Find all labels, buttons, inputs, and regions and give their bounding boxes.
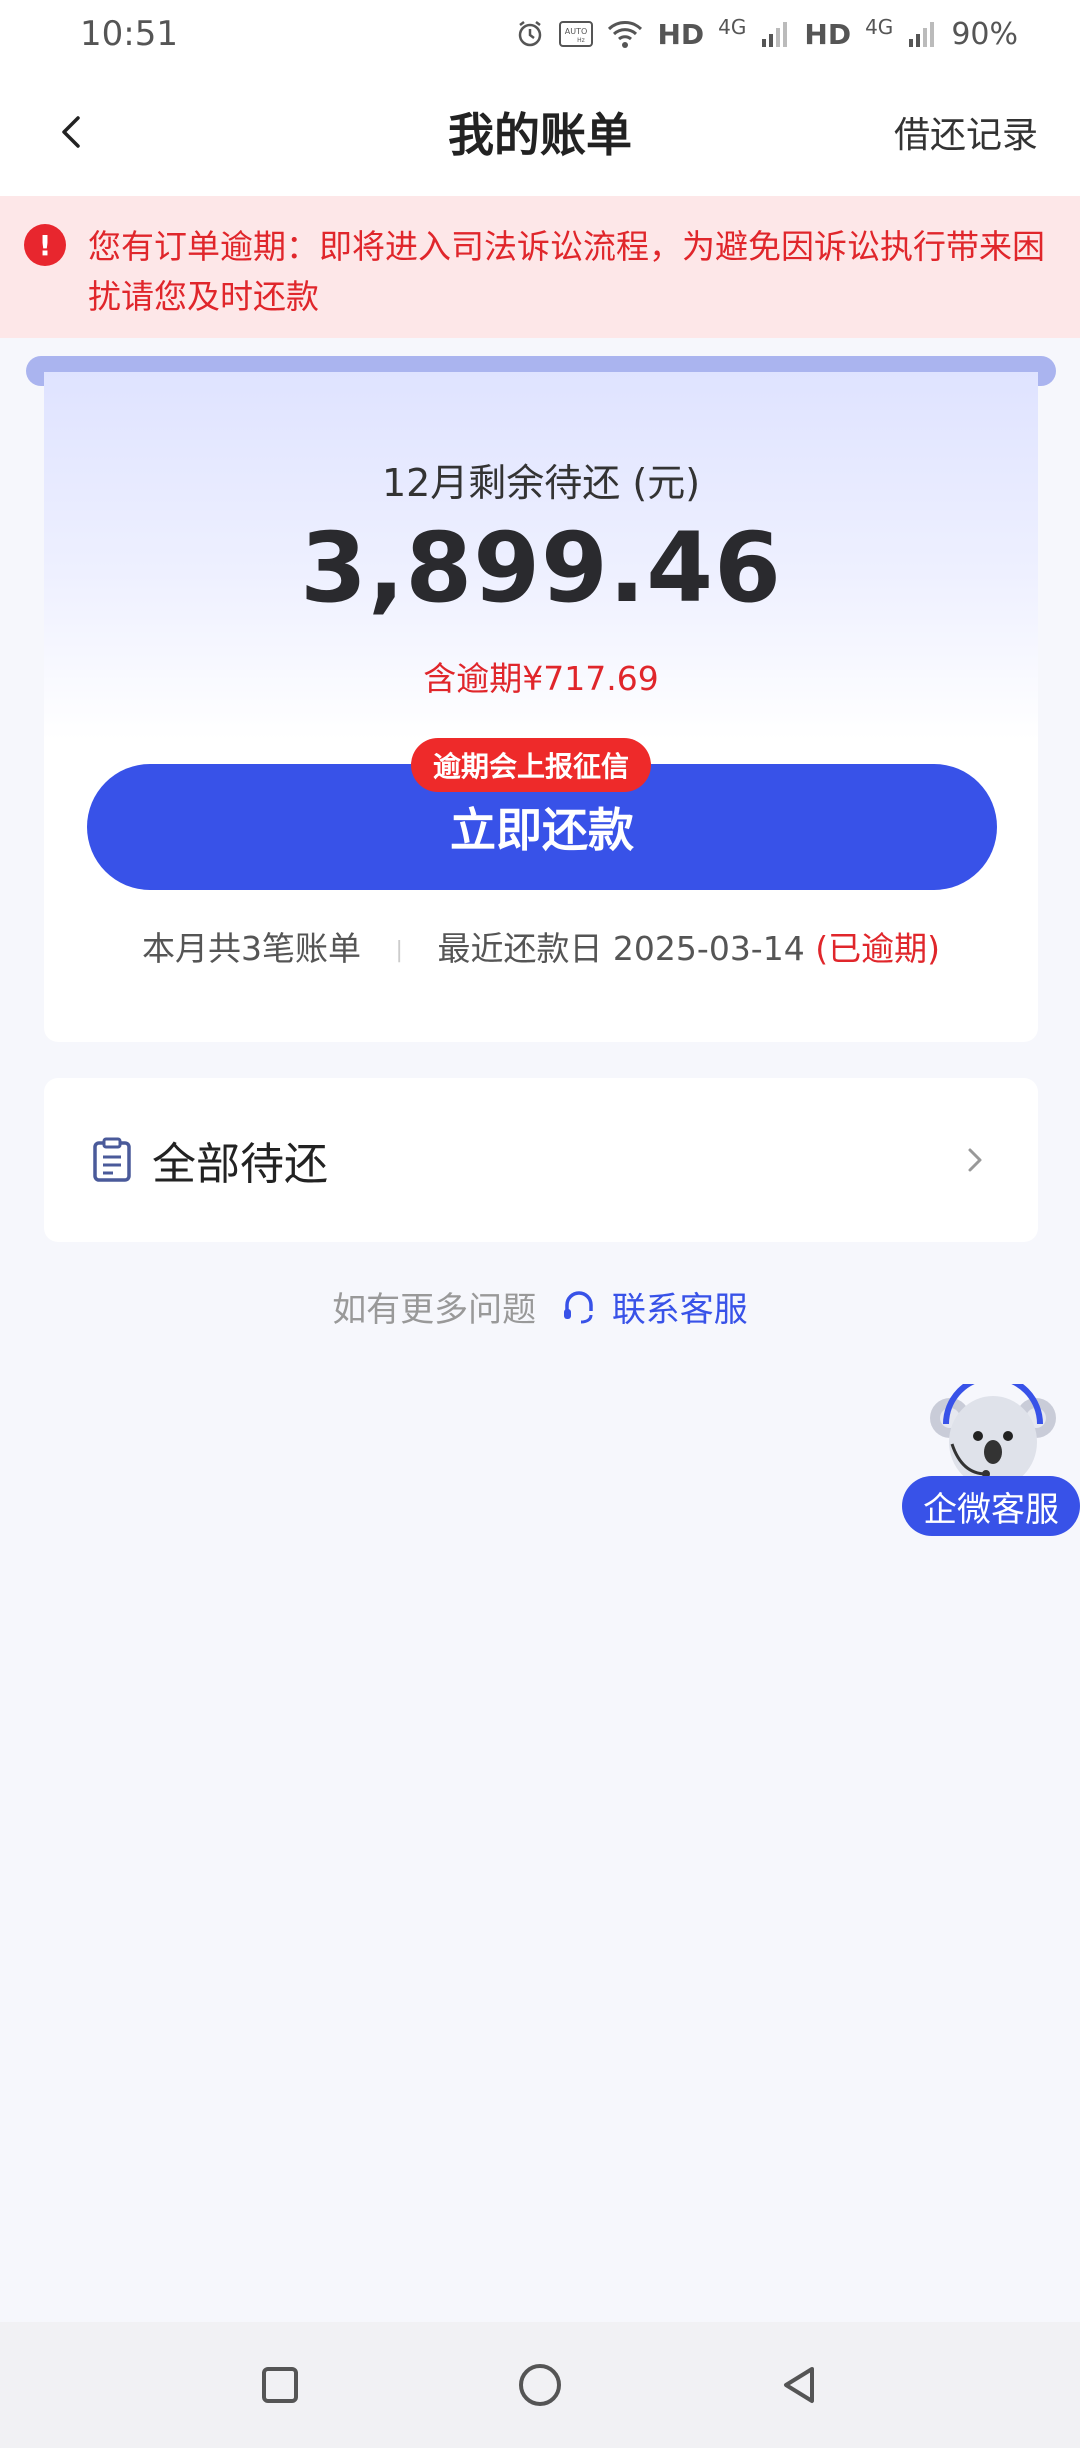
clipboard-icon <box>93 1137 131 1182</box>
page: { "status_bar": { "time": "10:51", "hd1"… <box>0 0 1080 2448</box>
all-pending-label: 全部待还 <box>152 1139 328 1190</box>
wecom-service-label: 企微客服 <box>902 1476 1080 1536</box>
contact-service-link[interactable]: 联系客服 <box>612 1290 748 1330</box>
bill-meta: 本月共3笔账单 | 最近还款日 2025-03-14 (已逾期) <box>44 922 1038 970</box>
overdue-status: (已逾期) <box>815 929 940 968</box>
nav-bar: 我的账单 借还记录 <box>0 68 1080 196</box>
remaining-label: 12月剩余待还 (元) <box>381 461 701 505</box>
status-time: 10:51 <box>80 14 178 54</box>
floating-service-button[interactable]: 企微客服 <box>902 1384 1080 1536</box>
status-bar: 10:51 AUTO Hz HD 4G HD 4G 90% <box>0 0 1080 68</box>
svg-text:AUTO: AUTO <box>565 27 588 36</box>
hd-label-1: HD <box>657 17 705 51</box>
help-line: 如有更多问题 联系客服 <box>0 1282 1080 1331</box>
network-type-2: 4G <box>865 15 894 39</box>
recents-button[interactable] <box>248 2353 312 2417</box>
square-icon <box>262 2367 298 2403</box>
borrow-return-record-link[interactable]: 借还记录 <box>894 106 1038 158</box>
credit-report-badge: 逾期会上报征信 <box>411 738 652 792</box>
status-icons: AUTO Hz HD 4G HD 4G 90% <box>515 15 1018 52</box>
battery-percent: 90% <box>951 16 1018 52</box>
home-button[interactable] <box>508 2353 572 2417</box>
chevron-right-icon <box>968 1148 982 1172</box>
overdue-alert-banner: ! 您有订单逾期：即将进入司法诉讼流程，为避免因诉讼执行带来困扰请您及时还款 <box>0 196 1080 338</box>
circle-icon <box>519 2364 561 2406</box>
all-pending-row[interactable]: 全部待还 <box>44 1078 1038 1242</box>
alarm-icon <box>515 19 545 49</box>
help-text: 如有更多问题 <box>332 1290 537 1330</box>
auto-brightness-icon: AUTO Hz <box>559 21 594 47</box>
meta-separator: | <box>395 938 403 963</box>
svg-text:Hz: Hz <box>578 37 586 44</box>
signal-icon-1 <box>760 19 790 49</box>
signal-icon-2 <box>907 19 937 49</box>
warning-icon: ! <box>24 224 66 266</box>
system-nav-bar <box>0 2322 1080 2448</box>
headset-icon <box>564 1291 593 1324</box>
recent-due-date: 最近还款日 2025-03-14 <box>437 929 805 968</box>
back-nav-button[interactable] <box>768 2353 832 2417</box>
remaining-amount: 3,899.46 <box>300 512 782 624</box>
bill-count: 本月共3笔账单 <box>142 929 362 968</box>
bill-summary-card: 12月剩余待还 (元) 3,899.46 含逾期¥717.69 立即还款 逾期会… <box>44 372 1038 1042</box>
triangle-back-icon <box>784 2367 814 2403</box>
alert-message: 您有订单逾期：即将进入司法诉讼流程，为避免因诉讼执行带来困扰请您及时还款 <box>88 227 1045 316</box>
hd-label-2: HD <box>804 17 852 51</box>
wifi-icon <box>607 19 643 49</box>
network-type-1: 4G <box>718 15 747 39</box>
overdue-amount: 含逾期¥717.69 <box>423 659 659 698</box>
